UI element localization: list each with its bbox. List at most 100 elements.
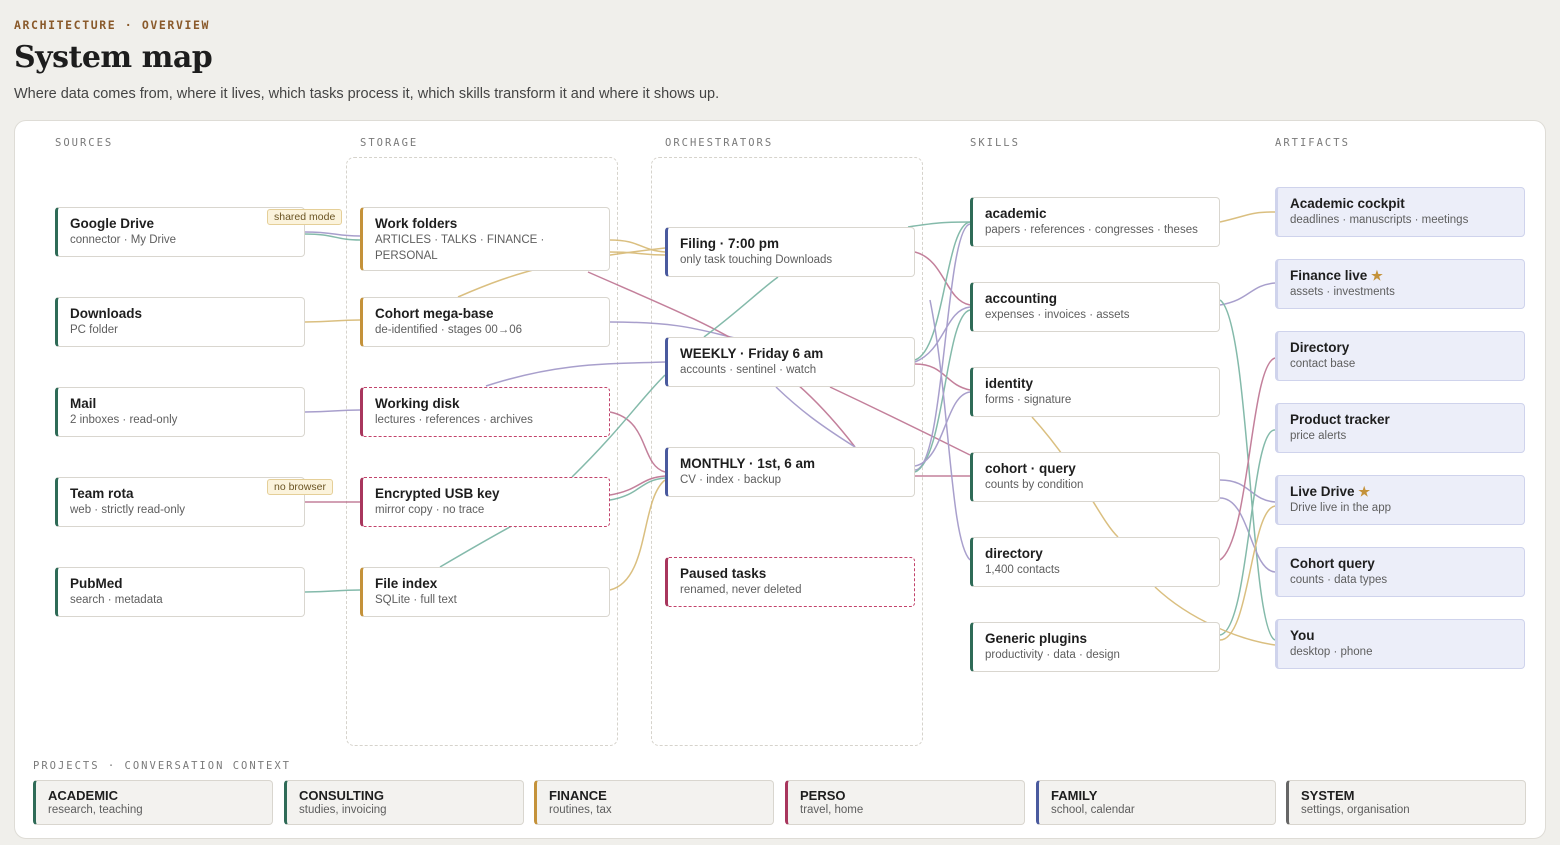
node-subtitle: counts · data types [1290,574,1388,586]
node-title: Academic cockpit [1290,196,1405,211]
artifact-node[interactable]: Finance live ★ assets · investments [1275,259,1525,309]
project-subtitle: research, teaching [48,804,143,816]
artifact-node[interactable]: Product tracker price alerts [1275,403,1525,453]
source-node[interactable]: Downloads PC folder [55,297,305,347]
node-title: Encrypted USB key [375,486,500,501]
source-node[interactable]: Mail 2 inboxes · read-only [55,387,305,437]
skill-node[interactable]: Generic plugins productivity · data · de… [970,622,1220,672]
skill-node[interactable]: identity forms · signature [970,367,1220,417]
node-subtitle: contact base [1290,358,1356,370]
project-title: SYSTEM [1301,788,1355,803]
node-title: accounting [985,291,1058,306]
column-heading-artifacts: ARTIFACTS [1275,137,1350,149]
node-subtitle: only task touching Downloads [680,254,833,266]
no-browser-badge: no browser [267,479,333,495]
artifact-node[interactable]: Directory contact base [1275,331,1525,381]
artifact-node[interactable]: Cohort query counts · data types [1275,547,1525,597]
project-subtitle: settings, organisation [1301,804,1410,816]
skill-node[interactable]: cohort · query counts by condition [970,452,1220,502]
project-card[interactable]: FAMILY school, calendar [1036,780,1276,825]
project-card[interactable]: ACADEMIC research, teaching [33,780,273,825]
node-title: academic [985,206,1047,221]
column-heading-storage: STORAGE [360,137,419,149]
node-title: Downloads [70,306,143,321]
node-subtitle: 1,400 contacts [985,564,1060,576]
node-title: Generic plugins [985,631,1088,646]
project-subtitle: studies, invoicing [299,804,387,816]
node-subtitle: CV · index · backup [680,474,781,486]
node-title: Cohort mega-base [375,306,494,321]
node-title: Team rota [70,486,134,501]
skill-node[interactable]: academic papers · references · congresse… [970,197,1220,247]
project-card[interactable]: SYSTEM settings, organisation [1286,780,1526,825]
node-subtitle: SQLite · full text [375,594,457,606]
source-node[interactable]: PubMed search · metadata [55,567,305,617]
storage-node[interactable]: Encrypted USB key mirror copy · no trace [360,477,610,527]
project-title: FINANCE [549,788,607,803]
node-subtitle: web · strictly read-only [70,504,186,516]
project-card[interactable]: PERSO travel, home [785,780,1025,825]
artifact-node[interactable]: You desktop · phone [1275,619,1525,669]
node-subtitle: accounts · sentinel · watch [680,364,817,376]
orchestrator-node[interactable]: WEEKLY · Friday 6 am accounts · sentinel… [665,337,915,387]
node-title: File index [375,576,438,591]
node-title: Paused tasks [680,566,767,581]
project-title: CONSULTING [299,788,384,803]
project-title: ACADEMIC [48,788,119,803]
skill-node[interactable]: accounting expenses · invoices · assets [970,282,1220,332]
project-card[interactable]: CONSULTING studies, invoicing [284,780,524,825]
orchestrator-node[interactable]: MONTHLY · 1st, 6 am CV · index · backup [665,447,915,497]
node-subtitle: expenses · invoices · assets [985,309,1130,321]
node-subtitle: counts by condition [985,479,1084,491]
node-title: Mail [70,396,97,411]
node-title: identity [985,376,1034,391]
storage-node[interactable]: Work folders ARTICLES · TALKS · FINANCE … [360,207,610,271]
star-icon: ★ [1358,484,1370,499]
node-title: Work folders [375,216,458,231]
node-title: Google Drive [70,216,155,231]
projects-heading: PROJECTS · CONVERSATION CONTEXT [33,760,291,772]
node-subtitle: forms · signature [985,394,1072,406]
storage-node[interactable]: File index SQLite · full text [360,567,610,617]
node-title: cohort · query [985,461,1076,476]
column-heading-orchestrators: ORCHESTRATORS [665,137,774,149]
node-subtitle: ARTICLES · TALKS · FINANCE · PERSONAL [375,234,545,262]
node-subtitle: PC folder [70,324,118,336]
node-subtitle: 2 inboxes · read-only [70,414,178,426]
node-title: Filing · 7:00 pm [680,236,780,251]
project-title: FAMILY [1051,788,1098,803]
node-subtitle: papers · references · congresses · these… [985,224,1198,236]
skill-node[interactable]: directory 1,400 contacts [970,537,1220,587]
storage-node[interactable]: Cohort mega-base de-identified · stages … [360,297,610,347]
node-title: You [1290,628,1315,643]
project-subtitle: routines, tax [549,804,612,816]
node-title: directory [985,546,1043,561]
node-subtitle: lectures · references · archives [375,414,533,426]
node-title: Product tracker [1290,412,1390,427]
node-title: WEEKLY · Friday 6 am [680,346,824,361]
eyebrow: ARCHITECTURE · OVERVIEW [14,18,211,32]
node-subtitle: desktop · phone [1290,646,1373,658]
node-title: Finance live ★ [1290,268,1383,283]
node-subtitle: connector · My Drive [70,234,177,246]
artifact-node[interactable]: Academic cockpit deadlines · manuscripts… [1275,187,1525,237]
orchestrator-node[interactable]: Paused tasks renamed, never deleted [665,557,915,607]
node-subtitle: price alerts [1290,430,1347,442]
column-heading-sources: SOURCES [55,137,114,149]
node-subtitle: assets · investments [1290,286,1395,298]
artifact-node[interactable]: Live Drive ★ Drive live in the app [1275,475,1525,525]
column-heading-skills: SKILLS [970,137,1020,149]
node-subtitle: deadlines · manuscripts · meetings [1290,214,1469,226]
node-title: Cohort query [1290,556,1375,571]
page-subtitle: Where data comes from, where it lives, w… [14,86,720,102]
node-subtitle: search · metadata [70,594,163,606]
storage-node[interactable]: Working disk lectures · references · arc… [360,387,610,437]
orchestrator-node[interactable]: Filing · 7:00 pm only task touching Down… [665,227,915,277]
project-title: PERSO [800,788,846,803]
node-subtitle: de-identified · stages 00→06 [375,324,523,336]
page-title: System map [14,40,213,75]
star-icon: ★ [1371,268,1383,283]
node-title: Directory [1290,340,1350,355]
project-card[interactable]: FINANCE routines, tax [534,780,774,825]
node-title: Working disk [375,396,460,411]
